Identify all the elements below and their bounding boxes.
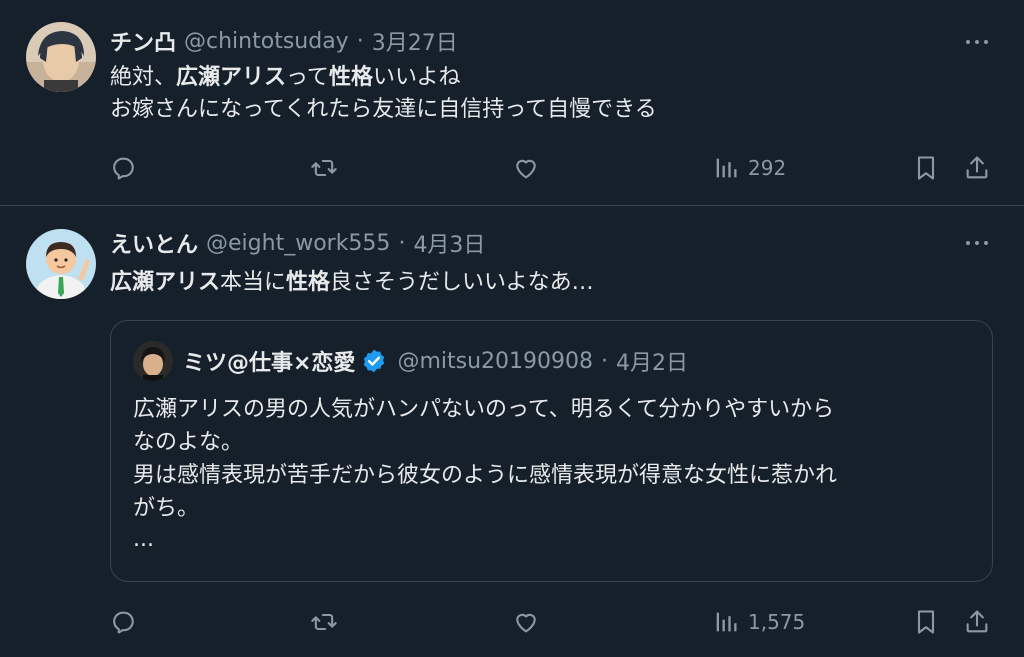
bookmark-icon	[917, 156, 935, 180]
views-button[interactable]: 1,575	[712, 602, 805, 642]
truncation-ellipsis: ...	[133, 527, 154, 552]
quoted-text-line: 男は感情表現が苦手だから彼女のように感情表現が得意な女性に惹かれ	[133, 463, 838, 488]
search-highlight: 広瀬アリス	[110, 270, 221, 295]
retweet-button[interactable]	[310, 602, 338, 642]
retweet-icon	[311, 613, 337, 631]
tweet-text: 広瀬アリス本当に性格良さそうだしいいよなあ…	[110, 267, 594, 299]
tweet-actions: 1,575	[0, 602, 1024, 642]
more-icon[interactable]	[962, 233, 992, 253]
tweet-header: チン凸 @chintotsuday · 3月27日	[110, 25, 458, 57]
reply-button[interactable]	[110, 148, 138, 188]
separator: ·	[356, 28, 364, 54]
bookmark-button[interactable]	[912, 602, 940, 642]
bookmark-button[interactable]	[912, 148, 940, 188]
share-button[interactable]	[963, 602, 991, 642]
quoted-tweet-text: 広瀬アリスの男の人気がハンパないのって、明るくて分かりやすいから なのよな。 男…	[133, 393, 973, 525]
quoted-tweet-header: ミツ@仕事×恋愛 @mitsu20190908 · 4月2日	[183, 345, 688, 377]
quoted-text-line: なのよな。	[133, 430, 244, 455]
avatar[interactable]	[26, 229, 96, 299]
more-icon[interactable]	[962, 32, 992, 52]
tweet-date[interactable]: 4月2日	[616, 345, 688, 377]
search-highlight: 広瀬アリス	[176, 65, 287, 90]
quoted-text-line: 広瀬アリスの男の人気がハンパないのって、明るくて分かりやすいから	[133, 397, 835, 422]
retweet-icon	[311, 159, 337, 177]
tweet-text-line: お嫁さんになってくれたら友達に自信持って自慢できる	[110, 97, 657, 122]
verified-badge-icon	[364, 349, 385, 373]
separator: ·	[601, 348, 608, 374]
display-name[interactable]: ミツ@仕事×恋愛	[183, 345, 355, 377]
view-count: 1,575	[748, 610, 806, 634]
avatar[interactable]	[133, 341, 173, 381]
views-button[interactable]: 292	[712, 148, 786, 188]
views-icon	[716, 612, 737, 632]
tweet[interactable]: チン凸 @chintotsuday · 3月27日 絶対、広瀬アリスって性格いい…	[0, 0, 1024, 206]
tweet-text-line: 絶対、広瀬アリスって性格いいよね	[110, 65, 461, 90]
like-icon	[516, 613, 536, 633]
like-button[interactable]	[512, 148, 540, 188]
view-count: 292	[748, 156, 787, 180]
reply-icon	[113, 157, 134, 180]
share-icon	[966, 610, 988, 633]
quoted-text-line: がち。	[133, 496, 200, 521]
tweet-date[interactable]: 3月27日	[372, 25, 458, 57]
tweet-text: 絶対、広瀬アリスって性格いいよね お嫁さんになってくれたら友達に自信持って自慢で…	[110, 62, 657, 126]
reply-button[interactable]	[110, 602, 138, 642]
reply-icon	[113, 611, 134, 634]
display-name[interactable]: えいとん	[110, 227, 198, 259]
user-handle[interactable]: @eight_work555	[206, 231, 390, 256]
display-name[interactable]: チン凸	[110, 25, 176, 57]
user-handle[interactable]: @mitsu20190908	[397, 349, 593, 374]
views-icon	[716, 158, 737, 178]
separator: ·	[398, 230, 406, 256]
tweet[interactable]: えいとん @eight_work555 · 4月3日 広瀬アリス本当に性格良さそ…	[0, 207, 1024, 657]
retweet-button[interactable]	[310, 148, 338, 188]
share-icon	[966, 156, 988, 179]
quoted-tweet[interactable]: ミツ@仕事×恋愛 @mitsu20190908 · 4月2日 広瀬アリスの男の人…	[110, 320, 993, 582]
share-button[interactable]	[963, 148, 991, 188]
search-highlight: 性格	[286, 270, 331, 295]
user-handle[interactable]: @chintotsuday	[184, 29, 349, 54]
tweet-text-line: 広瀬アリス本当に性格良さそうだしいいよなあ…	[110, 270, 594, 295]
bookmark-icon	[917, 610, 935, 634]
avatar[interactable]	[26, 22, 96, 92]
like-icon	[516, 159, 536, 179]
like-button[interactable]	[512, 602, 540, 642]
tweet-date[interactable]: 4月3日	[413, 227, 485, 259]
search-highlight: 性格	[328, 65, 373, 90]
tweet-actions: 292	[0, 148, 1024, 188]
tweet-header: えいとん @eight_work555 · 4月3日	[110, 227, 485, 259]
